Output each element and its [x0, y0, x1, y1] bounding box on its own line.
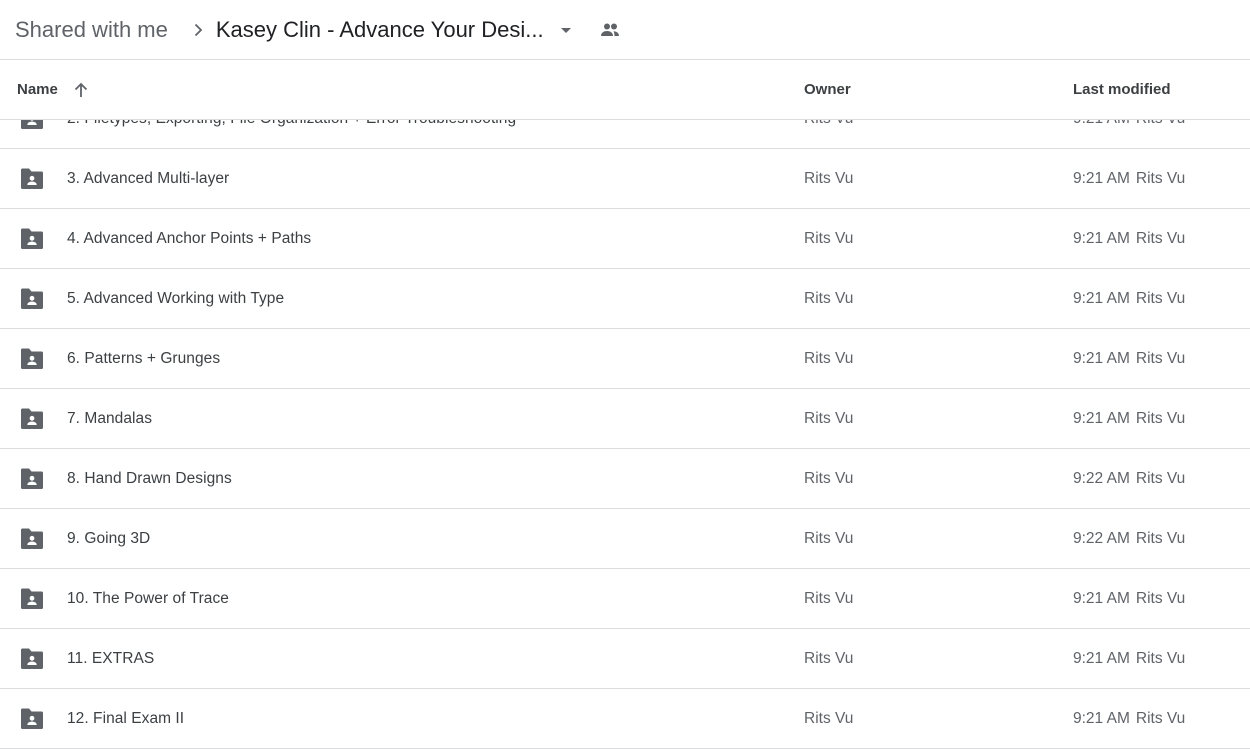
file-row[interactable]: 12. Final Exam II Rits Vu 9:21 AM Rits V… [0, 689, 1250, 749]
file-owner: Rits Vu [804, 529, 854, 547]
file-last-modified: 9:22 AM Rits Vu [1073, 449, 1185, 508]
file-name[interactable]: 9. Going 3D [67, 509, 150, 568]
file-row[interactable]: 7. Mandalas Rits Vu 9:21 AM Rits Vu [0, 389, 1250, 449]
file-owner: Rits Vu [804, 589, 854, 607]
file-row[interactable]: 4. Advanced Anchor Points + Paths Rits V… [0, 209, 1250, 269]
modified-time: 9:21 AM [1073, 169, 1130, 187]
file-row[interactable]: 11. EXTRAS Rits Vu 9:21 AM Rits Vu [0, 629, 1250, 689]
shared-folder-icon [19, 329, 45, 388]
column-header-last-modified[interactable]: Last modified [1073, 60, 1171, 119]
file-last-modified: 9:21 AM Rits Vu [1073, 209, 1185, 268]
modified-by: Rits Vu [1135, 649, 1186, 667]
modified-by: Rits Vu [1135, 349, 1186, 367]
file-owner: Rits Vu [804, 229, 854, 247]
file-name[interactable]: 4. Advanced Anchor Points + Paths [67, 209, 311, 268]
column-owner-label: Owner [804, 81, 851, 98]
modified-by: Rits Vu [1135, 529, 1186, 547]
column-last-modified-label: Last modified [1073, 81, 1171, 98]
breadcrumb-shared-with-me[interactable]: Shared with me [15, 13, 168, 47]
modified-time: 9:21 AM [1073, 589, 1130, 607]
column-name-label: Name [17, 81, 58, 98]
modified-time: 9:22 AM [1073, 469, 1130, 487]
file-last-modified: 9:21 AM Rits Vu [1073, 569, 1185, 628]
file-row[interactable]: 3. Advanced Multi-layer Rits Vu 9:21 AM … [0, 149, 1250, 209]
file-name[interactable]: 5. Advanced Working with Type [67, 269, 284, 328]
modified-time: 9:21 AM [1073, 349, 1130, 367]
breadcrumb-current-folder[interactable]: Kasey Clin - Advance Your Desi... [216, 13, 576, 47]
shared-folder-icon [19, 209, 45, 268]
modified-time: 9:21 AM [1073, 289, 1130, 307]
chevron-right-icon [186, 18, 210, 42]
modified-time: 9:21 AM [1073, 709, 1130, 727]
modified-by: Rits Vu [1135, 589, 1186, 607]
column-header-name[interactable]: Name [17, 60, 90, 119]
file-name[interactable]: 3. Advanced Multi-layer [67, 149, 229, 208]
shared-folder-icon [19, 269, 45, 328]
current-folder-title: Kasey Clin - Advance Your Desi... [215, 16, 544, 42]
file-last-modified: 9:21 AM Rits Vu [1073, 329, 1185, 388]
modified-by: Rits Vu [1135, 409, 1186, 427]
file-owner: Rits Vu [804, 469, 854, 487]
file-name[interactable]: 12. Final Exam II [67, 689, 184, 748]
file-name[interactable]: 6. Patterns + Grunges [67, 329, 220, 388]
modified-by: Rits Vu [1135, 229, 1186, 247]
file-row[interactable]: 8. Hand Drawn Designs Rits Vu 9:22 AM Ri… [0, 449, 1250, 509]
modified-by: Rits Vu [1135, 469, 1186, 487]
file-last-modified: 9:21 AM Rits Vu [1073, 629, 1185, 688]
file-last-modified: 9:21 AM Rits Vu [1073, 269, 1185, 328]
file-row[interactable]: 6. Patterns + Grunges Rits Vu 9:21 AM Ri… [0, 329, 1250, 389]
shared-folder-icon [19, 509, 45, 568]
modified-time: 9:21 AM [1073, 409, 1130, 427]
shared-folder-icon [19, 569, 45, 628]
caret-down-icon[interactable] [556, 20, 576, 40]
file-last-modified: 9:22 AM Rits Vu [1073, 509, 1185, 568]
file-owner: Rits Vu [804, 649, 854, 667]
file-name[interactable]: 7. Mandalas [67, 389, 152, 448]
file-name[interactable]: 11. EXTRAS [67, 629, 154, 688]
file-last-modified: 9:21 AM Rits Vu [1073, 149, 1185, 208]
file-last-modified: 9:21 AM Rits Vu [1073, 389, 1185, 448]
file-owner: Rits Vu [804, 709, 854, 727]
modified-time: 9:22 AM [1073, 529, 1130, 547]
column-header-owner[interactable]: Owner [804, 60, 851, 119]
file-list: 2. Filetypes, Exporting, File Organizati… [0, 89, 1250, 749]
file-owner: Rits Vu [804, 349, 854, 367]
file-row[interactable]: 9. Going 3D Rits Vu 9:22 AM Rits Vu [0, 509, 1250, 569]
file-owner: Rits Vu [804, 409, 854, 427]
arrow-up-icon[interactable] [72, 81, 90, 99]
shared-folder-icon [19, 389, 45, 448]
modified-time: 9:21 AM [1073, 229, 1130, 247]
shared-folder-icon [19, 149, 45, 208]
shared-folder-icon [19, 689, 45, 748]
file-owner: Rits Vu [804, 289, 854, 307]
shared-folder-icon [19, 629, 45, 688]
file-name[interactable]: 8. Hand Drawn Designs [67, 449, 232, 508]
shared-folder-icon [19, 449, 45, 508]
breadcrumb-bar: Shared with me Kasey Clin - Advance Your… [0, 0, 1250, 60]
column-header-row: Name Owner Last modified [0, 60, 1250, 120]
file-owner: Rits Vu [804, 169, 854, 187]
file-row[interactable]: 5. Advanced Working with Type Rits Vu 9:… [0, 269, 1250, 329]
file-last-modified: 9:21 AM Rits Vu [1073, 689, 1185, 748]
modified-time: 9:21 AM [1073, 649, 1130, 667]
file-row[interactable]: 10. The Power of Trace Rits Vu 9:21 AM R… [0, 569, 1250, 629]
modified-by: Rits Vu [1135, 289, 1186, 307]
modified-by: Rits Vu [1135, 169, 1186, 187]
file-name[interactable]: 10. The Power of Trace [67, 569, 229, 628]
people-icon[interactable] [598, 18, 622, 42]
modified-by: Rits Vu [1135, 709, 1186, 727]
